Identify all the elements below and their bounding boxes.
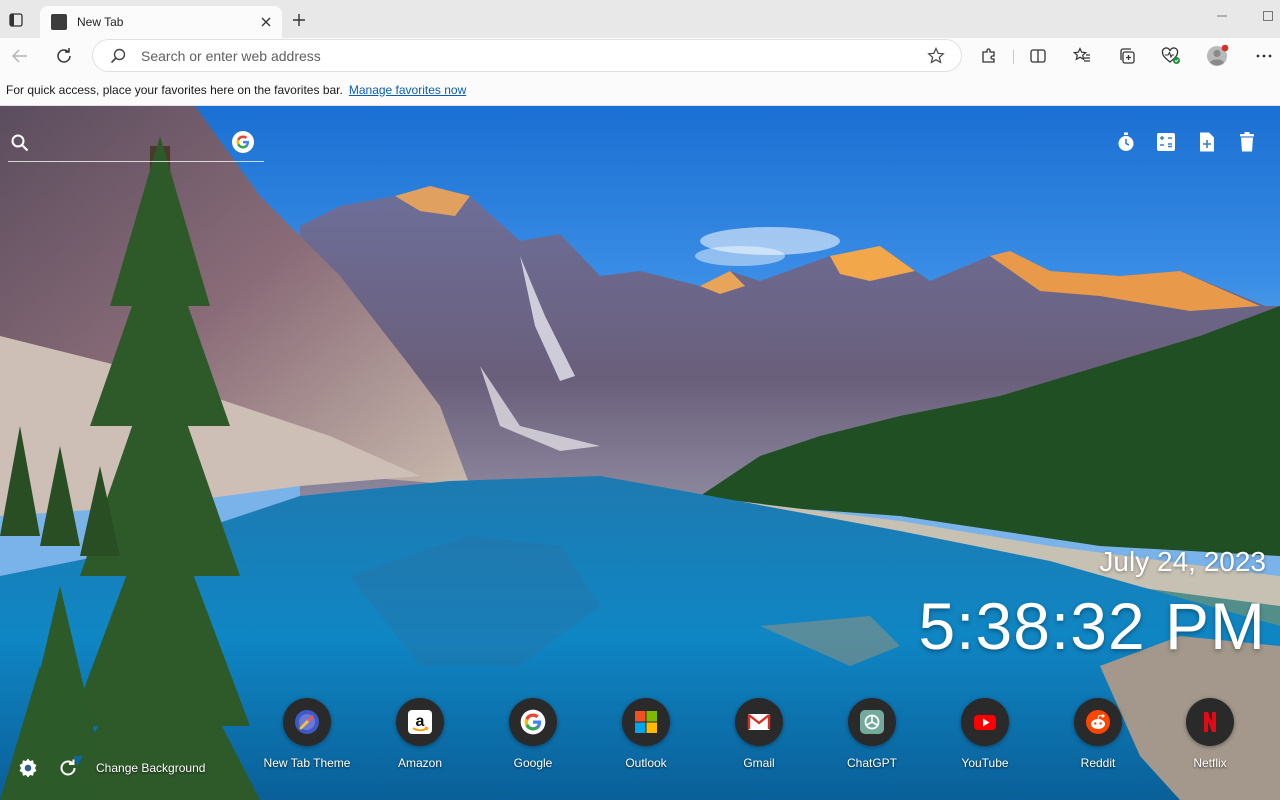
- search-icon: [11, 134, 29, 152]
- more-options-icon[interactable]: [1251, 43, 1277, 69]
- shortcut-label: Outlook: [625, 756, 667, 770]
- split-screen-icon[interactable]: [1025, 43, 1051, 69]
- outlook-icon: [622, 698, 670, 746]
- netflix-icon: [1186, 698, 1234, 746]
- extensions-icon[interactable]: [976, 43, 1002, 69]
- amazon-icon: a: [396, 698, 444, 746]
- shortcut-label: Gmail: [743, 756, 775, 770]
- shortcut-google[interactable]: Google: [483, 698, 583, 774]
- toolbar-divider: [1013, 50, 1014, 64]
- calculator-icon[interactable]: [1154, 130, 1178, 154]
- address-input[interactable]: [141, 47, 923, 64]
- youtube-icon: [961, 698, 1009, 746]
- shortcut-label: Netflix: [1193, 756, 1227, 770]
- background-landscape-image: [0, 106, 1280, 800]
- shortcut-outlook[interactable]: Outlook: [596, 698, 696, 774]
- collections-icon[interactable]: [1114, 43, 1140, 69]
- shortcut-label: ChatGPT: [846, 756, 897, 770]
- settings-gear-icon[interactable]: [16, 756, 40, 780]
- google-icon: [509, 698, 557, 746]
- gmail-icon: [735, 698, 783, 746]
- new-tab-icon[interactable]: [288, 9, 310, 31]
- new-tab-theme-icon: [283, 698, 331, 746]
- shortcut-label: New Tab Theme: [263, 756, 351, 770]
- ntp-search-input[interactable]: [38, 132, 228, 156]
- favorites-icon[interactable]: [1069, 43, 1095, 69]
- search-icon: [109, 47, 127, 65]
- timer-icon[interactable]: [1114, 130, 1138, 154]
- shortcut-label: Amazon: [397, 756, 443, 770]
- ntp-search-box[interactable]: [8, 128, 264, 162]
- back-icon[interactable]: [7, 43, 33, 69]
- new-tab-page: July 24, 2023 5:38:32 PM New Tab Theme a…: [0, 106, 1280, 800]
- favorite-star-icon[interactable]: [923, 43, 949, 69]
- chatgpt-icon: [848, 698, 896, 746]
- shortcut-label: Reddit: [1080, 756, 1116, 770]
- tab-title: New Tab: [77, 15, 124, 29]
- close-tab-icon[interactable]: [256, 12, 276, 32]
- shortcut-label: Google: [513, 756, 553, 770]
- shortcut-chatgpt[interactable]: ChatGPT: [822, 698, 922, 774]
- favorites-bar: For quick access, place your favorites h…: [0, 74, 1280, 106]
- shortcut-gmail[interactable]: Gmail: [709, 698, 809, 774]
- shortcut-amazon[interactable]: a Amazon: [370, 698, 470, 774]
- date-display: July 24, 2023: [1099, 546, 1266, 577]
- maximize-icon[interactable]: [1256, 8, 1280, 24]
- shortcut-label: YouTube: [961, 756, 1009, 770]
- google-icon[interactable]: [232, 131, 254, 153]
- active-tab[interactable]: New Tab: [40, 6, 282, 38]
- new-note-icon[interactable]: [1195, 130, 1219, 154]
- svg-text:a: a: [416, 713, 425, 730]
- minimize-icon[interactable]: [1210, 8, 1234, 24]
- refresh-icon[interactable]: [51, 43, 77, 69]
- tab-strip: New Tab: [0, 0, 1280, 38]
- address-bar[interactable]: [93, 40, 961, 71]
- browser-essentials-icon[interactable]: [1158, 43, 1184, 69]
- refresh-background-icon[interactable]: [56, 756, 80, 780]
- profile-avatar-icon[interactable]: [1204, 43, 1230, 69]
- shortcut-netflix[interactable]: Netflix: [1160, 698, 1260, 774]
- clock-display: 5:38:32 PM: [918, 589, 1266, 663]
- shortcut-reddit[interactable]: Reddit: [1048, 698, 1148, 774]
- shortcut-new-tab-theme[interactable]: New Tab Theme: [257, 698, 357, 774]
- reddit-icon: [1074, 698, 1122, 746]
- change-background-button[interactable]: Change Background: [96, 761, 205, 775]
- shortcut-youtube[interactable]: YouTube: [935, 698, 1035, 774]
- trash-icon[interactable]: [1235, 130, 1259, 154]
- manage-favorites-link[interactable]: Manage favorites now: [349, 83, 466, 97]
- favorites-bar-message: For quick access, place your favorites h…: [6, 82, 343, 97]
- tab-favicon-icon: [51, 14, 67, 30]
- browser-toolbar: [0, 38, 1280, 74]
- tab-actions-icon[interactable]: [5, 9, 27, 31]
